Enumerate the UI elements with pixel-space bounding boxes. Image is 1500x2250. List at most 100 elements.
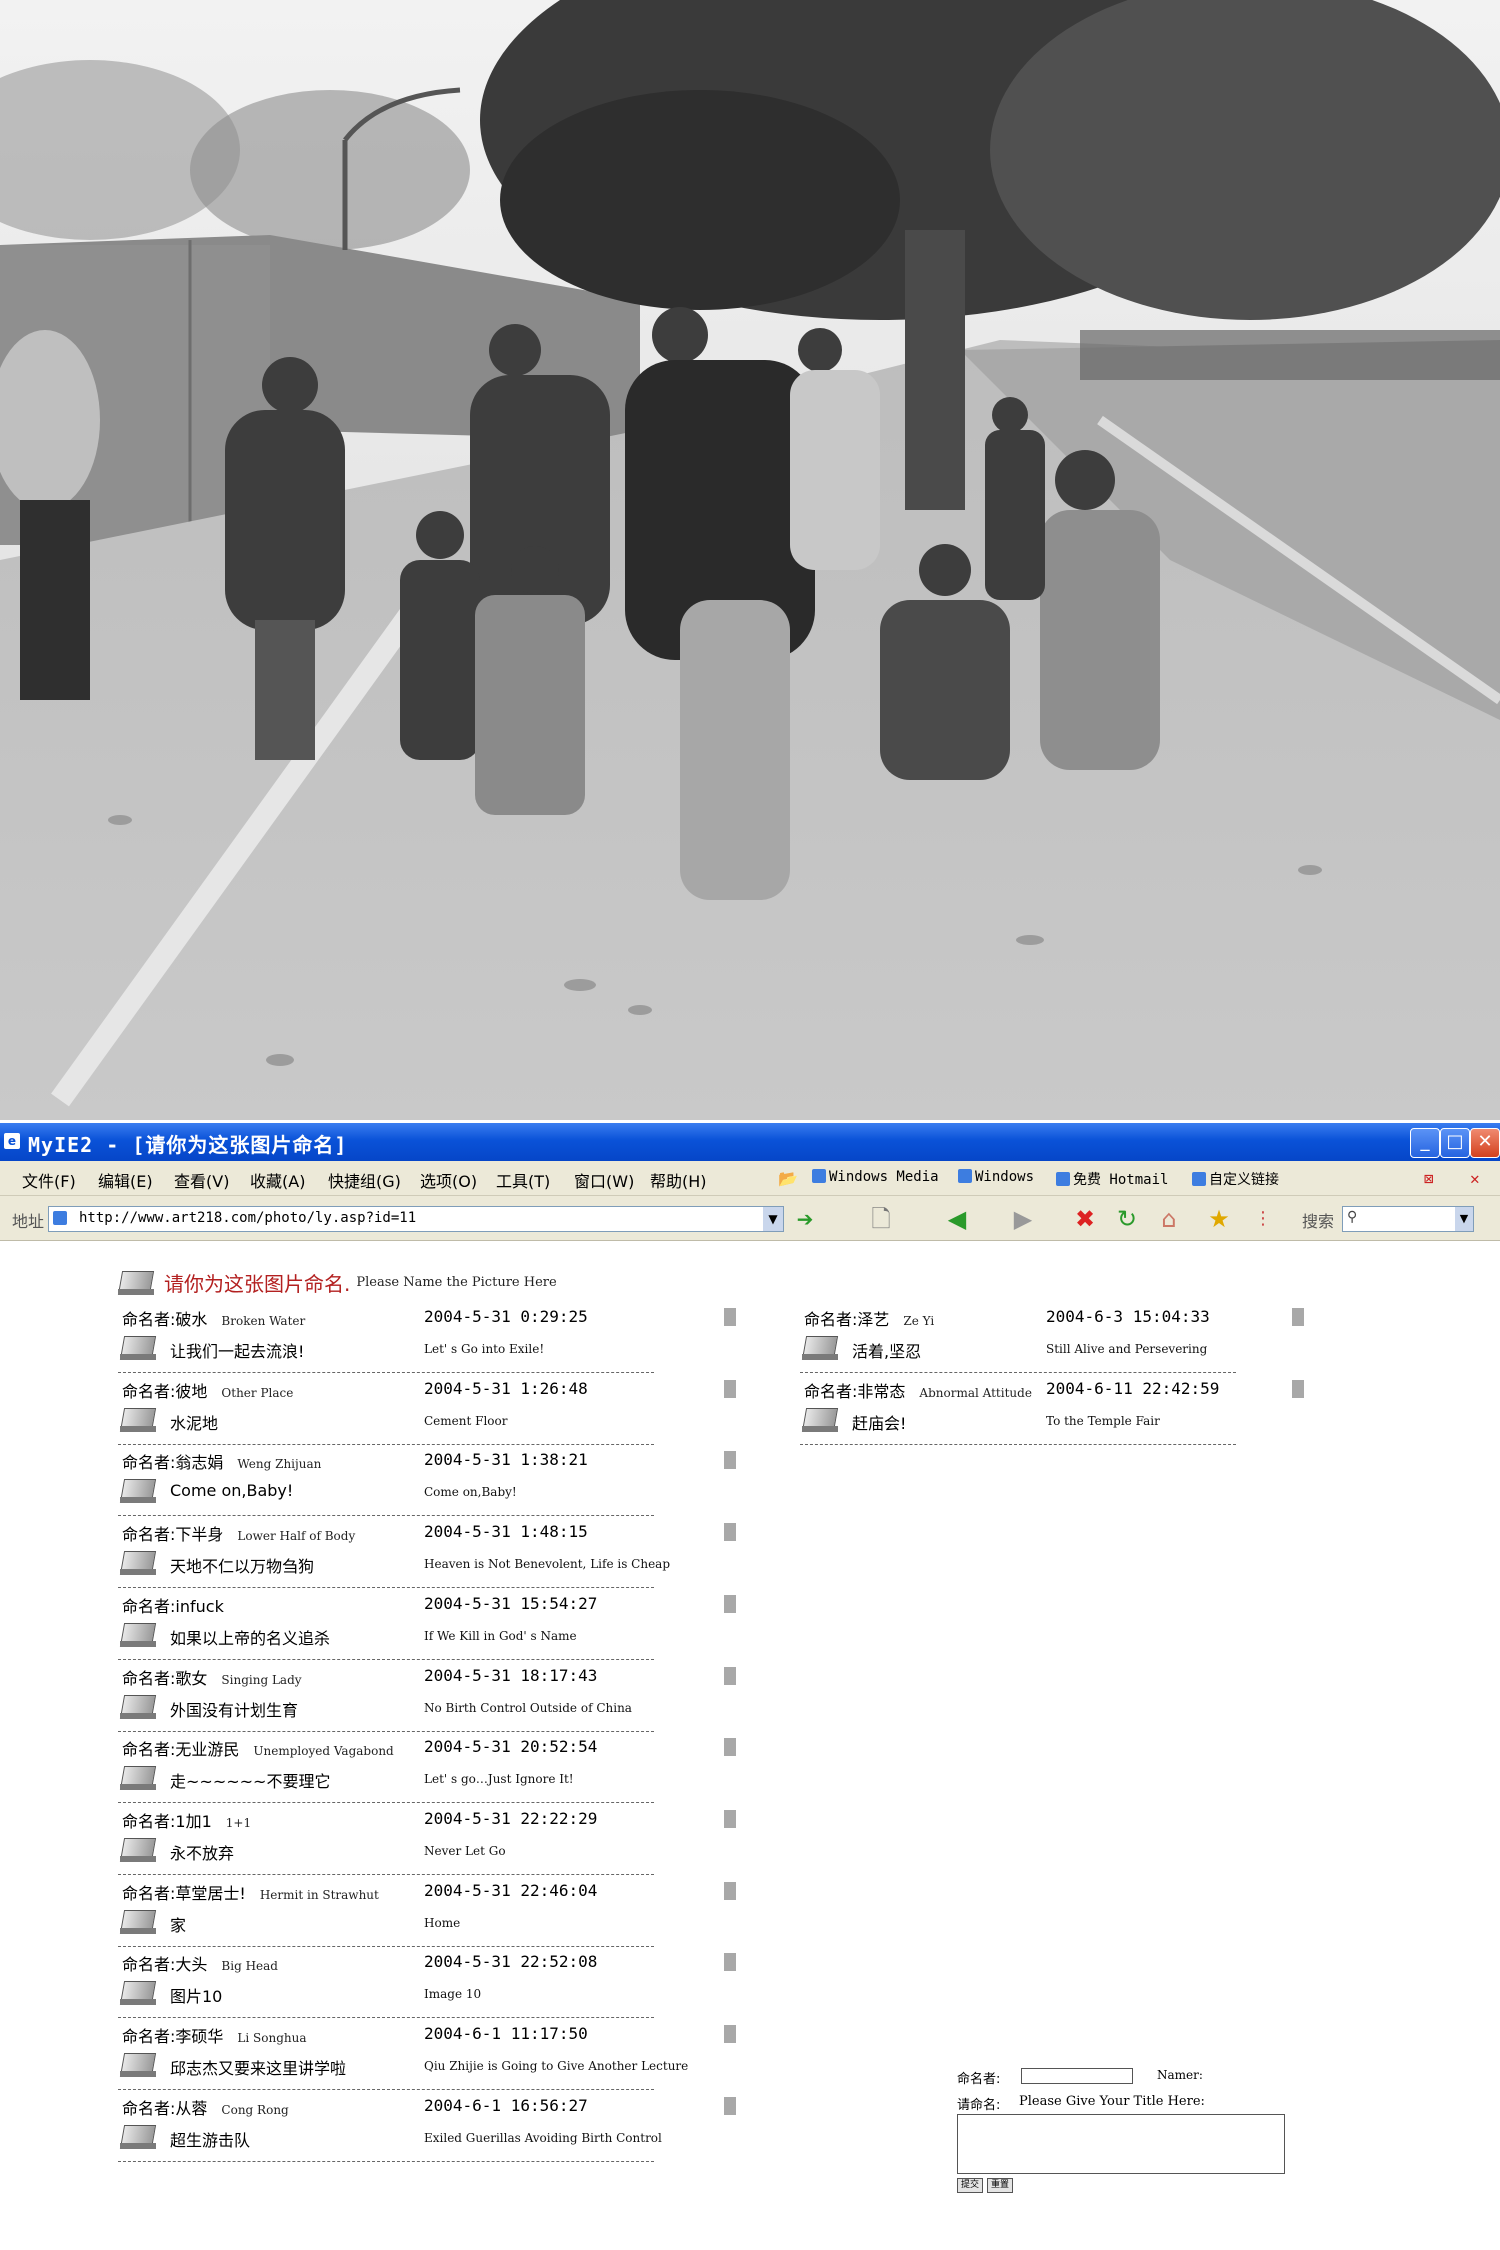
author-name: 1加1 bbox=[175, 1811, 212, 1831]
dashed-divider bbox=[800, 1443, 1236, 1445]
name-prefix: 命名者: bbox=[122, 1740, 176, 1760]
author-name: 从蓉 bbox=[175, 2098, 208, 2118]
home-icon[interactable]: ⌂ bbox=[1154, 1204, 1184, 1234]
link-windows-media[interactable]: Windows Media bbox=[812, 1169, 939, 1185]
close-tab-icon[interactable]: ⊠ bbox=[1424, 1169, 1434, 1188]
page-header: 请你为这张图片命名. Please Name the Picture Here bbox=[118, 1268, 557, 1297]
menu-window[interactable]: 窗口(W) bbox=[574, 1168, 634, 1192]
namer-label-en: Namer: bbox=[1157, 2068, 1203, 2082]
menu-view[interactable]: 查看(V) bbox=[174, 1168, 229, 1192]
delete-icon[interactable] bbox=[724, 1953, 736, 1972]
entry-row: 命名者:1加1 1+1 2004-5-31 22:22:29 永不放弃 Never Le… bbox=[118, 1808, 758, 1880]
entry-title-en: To the Temple Fair bbox=[1046, 1413, 1160, 1428]
book-icon bbox=[120, 1693, 160, 1721]
name-prefix: 命名者: bbox=[122, 1596, 176, 1616]
delete-icon[interactable] bbox=[1292, 1308, 1304, 1326]
link-custom[interactable]: 自定义链接 bbox=[1192, 1169, 1279, 1189]
search-input[interactable]: ⚲ ▼ bbox=[1342, 1206, 1474, 1232]
entry-title: 邱志杰又要来这里讲学啦 bbox=[170, 2059, 347, 2078]
entry-row: 命名者:歌女 Singing Lady 2004-5-31 18:17:43 外国没有… bbox=[118, 1665, 758, 1737]
author-name-en: Ze Yi bbox=[903, 1314, 935, 1328]
menu-tools[interactable]: 工具(T) bbox=[496, 1168, 550, 1192]
menu-help[interactable]: 帮助(H) bbox=[650, 1168, 707, 1192]
entry-title: 水泥地 bbox=[170, 1413, 219, 1433]
delete-icon[interactable] bbox=[724, 1523, 736, 1542]
book-icon bbox=[120, 1334, 160, 1362]
entry-datetime: 2004-5-31 1:26:48 bbox=[424, 1378, 588, 1398]
back-icon[interactable]: ◀ bbox=[942, 1204, 972, 1234]
folder-icon[interactable]: 📂 bbox=[778, 1169, 798, 1188]
delete-icon[interactable] bbox=[724, 1666, 736, 1685]
entry-title: 赶庙会! bbox=[852, 1413, 907, 1433]
book-icon bbox=[120, 2123, 160, 2151]
address-label: 地址 bbox=[12, 1212, 45, 1231]
link-hotmail[interactable]: 免费 Hotmail bbox=[1056, 1169, 1168, 1189]
menu-options[interactable]: 选项(O) bbox=[420, 1168, 477, 1192]
close-icon[interactable]: ✕ bbox=[1470, 1128, 1500, 1158]
name-prefix: 命名者: bbox=[122, 1525, 176, 1545]
dashed-divider bbox=[118, 1658, 654, 1660]
favorites-star-icon[interactable]: ★ bbox=[1204, 1204, 1234, 1234]
author-name-en: Other Place bbox=[221, 1385, 294, 1400]
delete-icon[interactable] bbox=[724, 1451, 736, 1470]
name-prefix: 命名者: bbox=[804, 1381, 858, 1401]
refresh-icon[interactable]: ↻ bbox=[1112, 1204, 1142, 1234]
delete-icon[interactable] bbox=[724, 1738, 736, 1757]
menu-favorites[interactable]: 收藏(A) bbox=[250, 1168, 305, 1192]
entry-row: 命名者:大头 Big Head 2004-5-31 22:52:08 图片10 Imag… bbox=[118, 1951, 758, 2023]
forward-icon[interactable]: ▶ bbox=[1008, 1204, 1038, 1234]
book-icon bbox=[120, 1406, 160, 1434]
delete-icon[interactable] bbox=[724, 2096, 736, 2115]
menu-groups[interactable]: 快捷组(G) bbox=[328, 1168, 401, 1192]
address-input[interactable]: http://www.art218.com/photo/ly.asp?id=11… bbox=[48, 1206, 784, 1232]
reset-button[interactable]: 重置 bbox=[987, 2178, 1014, 2193]
history-icon[interactable]: ⋮ bbox=[1248, 1204, 1278, 1234]
delete-icon[interactable] bbox=[1292, 1379, 1304, 1398]
entry-title: 如果以上帝的名义追杀 bbox=[170, 1628, 331, 1648]
author-name: 翁志娟 bbox=[175, 1453, 224, 1473]
entry-title-en: Heaven is Not Benevolent, Life is Cheap bbox=[424, 1557, 671, 1572]
entry-row: 命名者:破水 Broken Water 2004-5-31 0:29:25 让我们一起… bbox=[118, 1306, 758, 1378]
entry-row: 命名者:从蓉 Cong Rong 2004-6-1 16:56:27 超生游击队 Exi… bbox=[118, 2095, 758, 2167]
book-icon bbox=[120, 1979, 160, 2007]
stop-icon[interactable]: ✖ bbox=[1070, 1204, 1100, 1234]
close-window-icon[interactable]: ✕ bbox=[1470, 1169, 1480, 1188]
submit-button[interactable]: 提交 bbox=[957, 2178, 984, 2193]
maximize-icon[interactable]: □ bbox=[1440, 1128, 1470, 1158]
window-title-bar[interactable]: e MyIE2 - [请你为这张图片命名] _ □ ✕ bbox=[0, 1123, 1500, 1161]
entry-title: 永不放弃 bbox=[170, 1843, 235, 1863]
menu-edit[interactable]: 编辑(E) bbox=[98, 1168, 153, 1192]
chevron-down-icon[interactable]: ▼ bbox=[763, 1207, 783, 1231]
delete-icon[interactable] bbox=[724, 1594, 736, 1613]
page-title: 请你为这张图片命名. bbox=[164, 1272, 351, 1296]
entry-row: 命名者:草堂居士! Hermit in Strawhut 2004-5-31 22:… bbox=[118, 1880, 758, 1952]
link-windows[interactable]: Windows bbox=[958, 1169, 1034, 1185]
entry-datetime: 2004-6-3 15:04:33 bbox=[1046, 1307, 1210, 1326]
entry-datetime: 2004-5-31 22:52:08 bbox=[424, 1952, 598, 1972]
entry-title-en: If We Kill in God' s Name bbox=[424, 1628, 577, 1643]
link-label: 免费 Hotmail bbox=[1073, 1172, 1169, 1188]
minimize-icon[interactable]: _ bbox=[1410, 1128, 1440, 1158]
link-label: 自定义链接 bbox=[1209, 1172, 1279, 1188]
window-title: MyIE2 - [请你为这张图片命名] bbox=[28, 1133, 348, 1157]
author-name: 彼地 bbox=[175, 1381, 208, 1401]
dashed-divider bbox=[118, 2089, 654, 2090]
new-page-icon[interactable]: 🗋 bbox=[866, 1204, 896, 1234]
namer-input[interactable] bbox=[1021, 2068, 1133, 2084]
delete-icon[interactable] bbox=[724, 2025, 736, 2043]
entry-title-en: No Birth Control Outside of China bbox=[424, 1700, 632, 1715]
go-icon[interactable]: ➔ bbox=[790, 1204, 820, 1234]
chevron-down-icon[interactable]: ▼ bbox=[1455, 1207, 1473, 1231]
delete-icon[interactable] bbox=[724, 1379, 736, 1398]
address-url[interactable]: http://www.art218.com/photo/ly.asp?id=11 bbox=[79, 1210, 416, 1226]
link-label: Windows Media bbox=[829, 1169, 939, 1185]
entry-author: 命名者:彼地 Other Place bbox=[122, 1378, 293, 1402]
delete-icon[interactable] bbox=[724, 1881, 736, 1900]
title-textarea[interactable] bbox=[957, 2114, 1285, 2174]
menu-file[interactable]: 文件(F) bbox=[22, 1168, 76, 1192]
entry-author: 命名者:大头 Big Head bbox=[122, 1951, 278, 1975]
delete-icon[interactable] bbox=[724, 1308, 736, 1326]
delete-icon[interactable] bbox=[724, 1809, 736, 1828]
entry-author: 命名者:翁志娟 Weng Zhijuan bbox=[122, 1449, 321, 1473]
entry-author: 命名者:非常态 Abnormal Attitude bbox=[804, 1378, 1032, 1402]
